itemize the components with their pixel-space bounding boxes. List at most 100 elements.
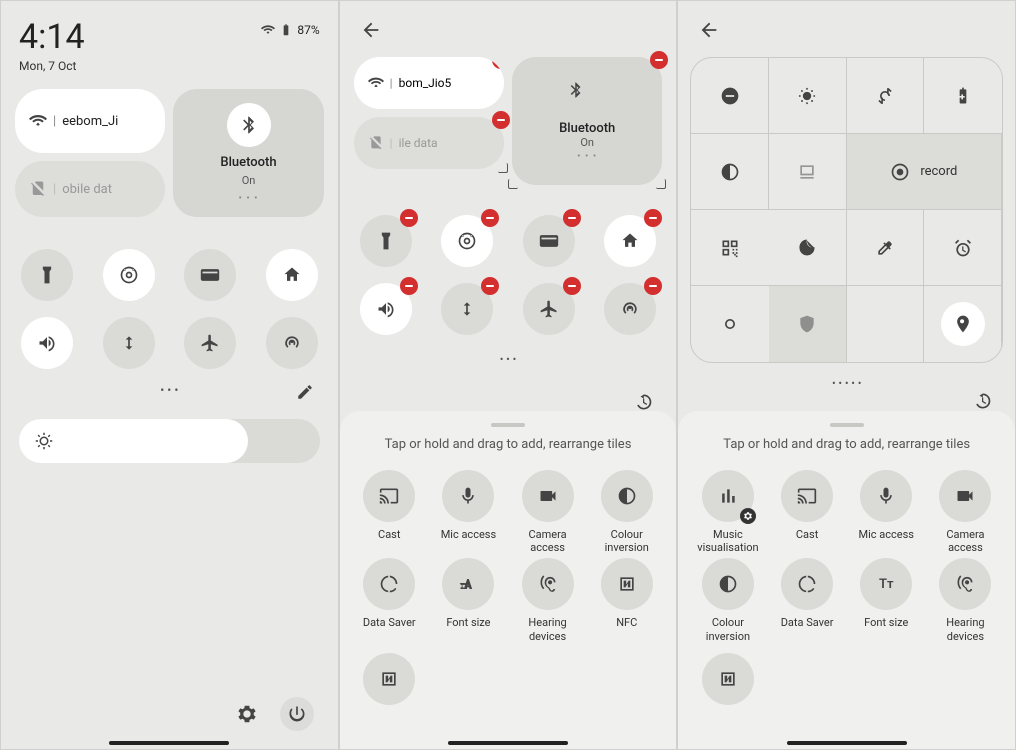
grid-tile-brightness[interactable] bbox=[769, 58, 847, 134]
flashlight-tile-edit[interactable] bbox=[360, 215, 412, 267]
power-button[interactable] bbox=[280, 697, 314, 731]
remove-badge[interactable] bbox=[644, 209, 662, 227]
device-thermo-tile[interactable] bbox=[103, 249, 155, 301]
drawer-tile-nfc[interactable] bbox=[601, 558, 653, 610]
sync-icon bbox=[457, 299, 477, 319]
grid-tile-contrast[interactable] bbox=[691, 134, 769, 210]
drawer-tile-datasaver[interactable] bbox=[781, 558, 833, 610]
drawer-tile-font[interactable]: Tт bbox=[442, 558, 494, 610]
sound-tile-edit[interactable] bbox=[360, 283, 412, 335]
drawer-handle[interactable] bbox=[491, 423, 525, 427]
drawer-tile-cast[interactable] bbox=[781, 470, 833, 522]
resize-handle[interactable] bbox=[498, 163, 508, 173]
cast-icon bbox=[379, 486, 399, 506]
mic-icon bbox=[458, 486, 478, 506]
bluetooth-tile[interactable]: Bluetooth On • • • bbox=[173, 89, 323, 217]
drawer-tile-cast[interactable] bbox=[363, 470, 415, 522]
drawer-tile-camera[interactable] bbox=[522, 470, 574, 522]
mobile-data-tile-edit[interactable]: | ile data bbox=[354, 117, 504, 169]
remove-badge[interactable] bbox=[644, 277, 662, 295]
grid-tile-dropper[interactable] bbox=[847, 210, 925, 286]
grid-tile-qr[interactable] bbox=[691, 210, 769, 286]
wallet-tile-edit[interactable] bbox=[523, 215, 575, 267]
autorotate-tile-edit[interactable] bbox=[441, 283, 493, 335]
remove-badge[interactable] bbox=[400, 277, 418, 295]
contrast-icon bbox=[720, 162, 740, 182]
gear-icon bbox=[236, 703, 258, 725]
remove-badge[interactable] bbox=[563, 209, 581, 227]
grid-tile-battery[interactable] bbox=[924, 58, 1002, 134]
grid-tile-location[interactable] bbox=[924, 286, 1002, 362]
grid-tile-caption[interactable] bbox=[769, 134, 847, 210]
nav-handle[interactable] bbox=[448, 741, 568, 745]
brightness-slider[interactable] bbox=[19, 419, 320, 463]
airplane-icon bbox=[539, 299, 559, 319]
drawer-tile-nfc[interactable] bbox=[702, 653, 754, 705]
grid-tile-shield[interactable] bbox=[769, 286, 847, 362]
bluetooth-toggle[interactable] bbox=[227, 103, 271, 147]
wallet-tile[interactable] bbox=[184, 249, 236, 301]
nav-handle[interactable] bbox=[787, 741, 907, 745]
home-tile[interactable] bbox=[266, 249, 318, 301]
sound-tile[interactable] bbox=[21, 317, 73, 369]
drawer-tile-extra[interactable] bbox=[363, 653, 415, 705]
resize-handle[interactable] bbox=[508, 179, 518, 189]
drawer-handle[interactable] bbox=[830, 423, 864, 427]
camera-icon bbox=[538, 486, 558, 506]
flashlight-tile[interactable] bbox=[21, 249, 73, 301]
tile-label: Cast bbox=[378, 528, 400, 541]
settings-button[interactable] bbox=[230, 697, 264, 731]
status-time: 4:14 bbox=[19, 17, 85, 57]
location-icon bbox=[953, 314, 973, 334]
drawer-tile-hearing[interactable] bbox=[522, 558, 574, 610]
bluetooth-tile-edit[interactable]: Bluetooth On • • • bbox=[512, 57, 662, 185]
wifi-tile[interactable]: | eebom_Ji bbox=[15, 89, 165, 153]
autorotate-tile[interactable] bbox=[103, 317, 155, 369]
nosim-icon bbox=[29, 180, 47, 198]
drawer-tile-mic[interactable] bbox=[860, 470, 912, 522]
cast-icon bbox=[797, 486, 817, 506]
grid-tile-alarm[interactable] bbox=[924, 210, 1002, 286]
drawer-tile-mic[interactable] bbox=[442, 470, 494, 522]
grid-tile-dnd[interactable] bbox=[691, 58, 769, 134]
hotspot-tile[interactable] bbox=[266, 317, 318, 369]
airplane-tile-edit[interactable] bbox=[523, 283, 575, 335]
airplane-tile[interactable] bbox=[184, 317, 236, 369]
remove-badge[interactable] bbox=[400, 209, 418, 227]
wifi-status-icon bbox=[261, 23, 275, 37]
remove-badge[interactable] bbox=[650, 51, 668, 69]
grid-tile-extradim[interactable] bbox=[691, 286, 769, 362]
back-button[interactable] bbox=[678, 1, 1015, 53]
mobile-data-tile[interactable]: | obile dat bbox=[15, 161, 165, 217]
drawer-tile-invert[interactable] bbox=[601, 470, 653, 522]
drawer-tile-music[interactable] bbox=[702, 470, 754, 522]
resize-handle[interactable] bbox=[498, 103, 504, 109]
bluetooth-dots: • • • bbox=[577, 151, 597, 162]
drawer-tile-camera[interactable] bbox=[939, 470, 991, 522]
drawer-tile-datasaver[interactable] bbox=[363, 558, 415, 610]
grid-tile-screen-record[interactable]: record bbox=[847, 134, 1002, 210]
drawer-tile-hearing[interactable] bbox=[939, 558, 991, 610]
drawer-tile-font[interactable]: Tт bbox=[860, 558, 912, 610]
back-button[interactable] bbox=[340, 1, 677, 53]
remove-badge[interactable] bbox=[563, 277, 581, 295]
remove-badge[interactable] bbox=[492, 111, 510, 129]
edit-tiles-button[interactable] bbox=[296, 383, 314, 404]
wifi-tile-edit[interactable]: | bom_Jio5 bbox=[354, 57, 504, 109]
remove-badge[interactable] bbox=[481, 209, 499, 227]
remove-badge[interactable] bbox=[481, 277, 499, 295]
resize-handle[interactable] bbox=[656, 179, 666, 189]
grid-tile-nightlight[interactable] bbox=[769, 210, 847, 286]
bluetooth-toggle[interactable] bbox=[567, 81, 607, 121]
nav-handle[interactable] bbox=[109, 741, 229, 745]
tile-label: Cast bbox=[796, 528, 818, 541]
brightness-icon bbox=[35, 432, 53, 450]
tile-label: Music visualisation bbox=[693, 528, 763, 554]
flashlight-icon bbox=[376, 231, 396, 251]
drawer-tile-invert[interactable] bbox=[702, 558, 754, 610]
hotspot-tile-edit[interactable] bbox=[604, 283, 656, 335]
remove-badge[interactable] bbox=[492, 57, 504, 69]
thermo-tile-edit[interactable] bbox=[441, 215, 493, 267]
grid-tile-autorotate[interactable] bbox=[847, 58, 925, 134]
home-tile-edit[interactable] bbox=[604, 215, 656, 267]
